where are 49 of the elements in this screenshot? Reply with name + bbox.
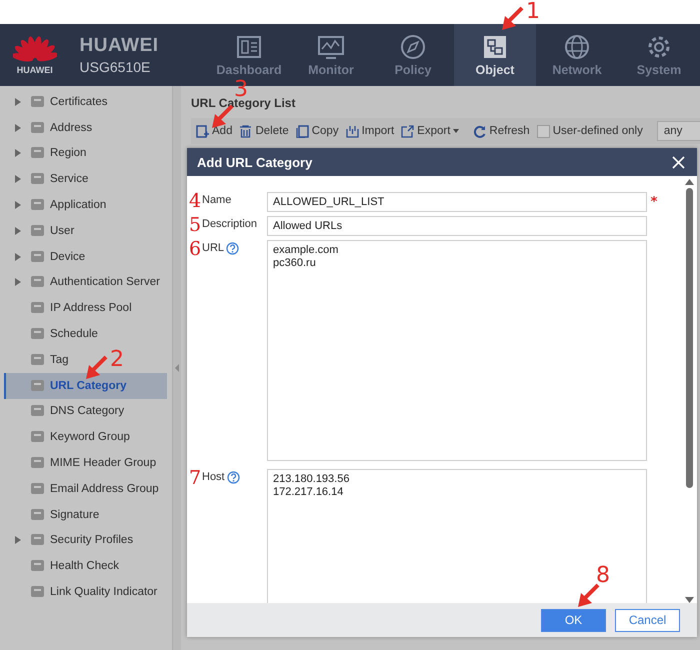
- toolbar-button[interactable]: Delete: [239, 124, 289, 138]
- sidebar-item[interactable]: MIME Header Group: [4, 450, 156, 476]
- field-label: Host: [202, 470, 225, 483]
- ok-button[interactable]: OK: [541, 608, 606, 632]
- toolbar-button[interactable]: Add: [196, 124, 232, 138]
- sidebar-item[interactable]: Health Check: [4, 553, 120, 580]
- sidebar-item[interactable]: DNS Category: [4, 398, 124, 424]
- sidebar-item[interactable]: Service: [4, 166, 88, 192]
- annotation-number: 8: [596, 565, 610, 587]
- cancel-button[interactable]: Cancel: [615, 608, 680, 632]
- sidebar-item[interactable]: IP Address Pool: [4, 295, 132, 322]
- refresh-button[interactable]: Refresh: [473, 124, 530, 138]
- brand-name: HUAWEI: [80, 35, 160, 57]
- annotation-number: 1: [526, 1, 540, 23]
- checkbox-label: User-defined only: [552, 125, 643, 137]
- annotation-number: 4: [189, 192, 202, 210]
- sidebar-item[interactable]: Security Profiles: [4, 528, 134, 554]
- nav-tab[interactable]: Object: [454, 24, 536, 86]
- dialog-title: Add URL Category: [197, 154, 312, 170]
- list-title: URL Category List: [191, 96, 296, 112]
- text-area[interactable]: example.com pc360.ru: [267, 240, 647, 461]
- sidebar-item[interactable]: Application: [4, 192, 106, 218]
- sidebar-item[interactable]: Certificates: [4, 89, 108, 115]
- sidebar-item[interactable]: Schedule: [4, 321, 98, 347]
- annotation-number: 2: [110, 349, 124, 371]
- filter-select[interactable]: any: [656, 121, 700, 141]
- device-model: USG6510E: [80, 59, 152, 75]
- annotation-number: 7: [189, 469, 202, 487]
- field-label: URL: [202, 241, 224, 254]
- annotation-number: 5: [189, 216, 202, 234]
- toolbar-button[interactable]: Export: [401, 124, 460, 138]
- field-label: Name: [202, 193, 232, 206]
- sidebar-item[interactable]: User: [4, 218, 74, 244]
- annotation-number: 6: [189, 240, 202, 258]
- sidebar-item[interactable]: Link Quality Indicator: [4, 579, 158, 605]
- sidebar-item[interactable]: Authentication Server: [4, 270, 160, 296]
- toolbar-button[interactable]: Import: [346, 124, 394, 138]
- sidebar-item[interactable]: Device: [4, 244, 86, 270]
- sidebar-item[interactable]: Email Address Group: [4, 476, 159, 502]
- input-field[interactable]: ALLOWED_URL_LIST: [267, 192, 647, 212]
- sidebar-item[interactable]: Signature: [4, 502, 100, 528]
- input-field[interactable]: Allowed URLs: [267, 216, 647, 236]
- sidebar-item[interactable]: Address: [4, 114, 92, 141]
- sidebar-item[interactable]: Tag: [4, 346, 69, 373]
- logo-caption: HUAWEI: [16, 64, 53, 74]
- sidebar-item[interactable]: Keyword Group: [4, 424, 130, 450]
- field-label: Description: [202, 217, 258, 230]
- sidebar-item[interactable]: Region: [4, 140, 86, 166]
- toolbar-button[interactable]: Copy: [296, 124, 339, 138]
